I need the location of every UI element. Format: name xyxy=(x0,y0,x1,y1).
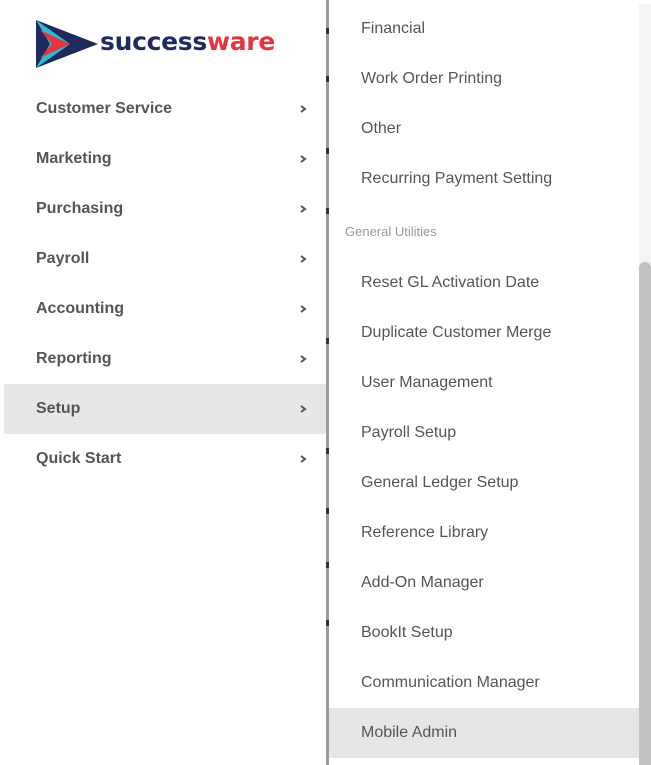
submenu-item-general-ledger-setup[interactable]: General Ledger Setup xyxy=(329,458,639,508)
sidebar-item-setup[interactable]: Setup xyxy=(4,384,326,434)
sidebar-item-label: Quick Start xyxy=(36,450,122,467)
logo-wordmark: successware xyxy=(100,26,275,58)
chevron-right-icon xyxy=(300,455,307,463)
submenu-item-user-management[interactable]: User Management xyxy=(329,358,639,408)
submenu-item-reference-library[interactable]: Reference Library xyxy=(329,508,639,558)
page: successware Customer Service Marketing P… xyxy=(0,0,651,765)
chevron-right-icon xyxy=(300,305,307,313)
main-sidebar: successware Customer Service Marketing P… xyxy=(4,0,326,765)
sidebar-item-label: Payroll xyxy=(36,250,90,267)
sidebar-nav: Customer Service Marketing Purchasing Pa… xyxy=(4,84,326,484)
submenu-item-reset-gl-activation-date[interactable]: Reset GL Activation Date xyxy=(329,258,639,308)
submenu-item-payroll-setup[interactable]: Payroll Setup xyxy=(329,408,639,458)
sidebar-item-label: Purchasing xyxy=(36,200,124,217)
successware-logo[interactable]: successware xyxy=(36,20,296,68)
submenu-scrollbar-thumb[interactable] xyxy=(639,262,651,765)
sidebar-item-label: Accounting xyxy=(36,300,124,317)
sidebar-item-quick-start[interactable]: Quick Start xyxy=(4,434,326,484)
chevron-right-icon xyxy=(300,205,307,213)
sidebar-item-label: Customer Service xyxy=(36,100,173,117)
sidebar-item-marketing[interactable]: Marketing xyxy=(4,134,326,184)
chevron-right-icon xyxy=(300,105,307,113)
sidebar-item-label: Reporting xyxy=(36,350,112,367)
submenu-item-recurring-payment-setting[interactable]: Recurring Payment Setting xyxy=(329,154,639,204)
submenu-item-other[interactable]: Other xyxy=(329,104,639,154)
submenu-item-mobile-admin[interactable]: Mobile Admin xyxy=(329,708,639,758)
submenu-item-bookit-setup[interactable]: BookIt Setup xyxy=(329,608,639,658)
submenu-item-communication-manager[interactable]: Communication Manager xyxy=(329,658,639,708)
chevron-right-icon xyxy=(300,155,307,163)
sidebar-item-label: Marketing xyxy=(36,150,112,167)
chevron-right-icon xyxy=(300,405,307,413)
sidebar-item-label: Setup xyxy=(36,400,81,417)
logo-wordmark-part1: success xyxy=(100,27,207,56)
sidebar-item-reporting[interactable]: Reporting xyxy=(4,334,326,384)
submenu-item-add-on-manager[interactable]: Add-On Manager xyxy=(329,558,639,608)
setup-submenu: Financial Work Order Printing Other Recu… xyxy=(329,4,639,765)
submenu-item-work-order-printing[interactable]: Work Order Printing xyxy=(329,54,639,104)
submenu-section-header: General Utilities xyxy=(345,223,437,239)
sidebar-item-purchasing[interactable]: Purchasing xyxy=(4,184,326,234)
chevron-right-icon xyxy=(300,255,307,263)
sidebar-item-customer-service[interactable]: Customer Service xyxy=(4,84,326,134)
sidebar-item-accounting[interactable]: Accounting xyxy=(4,284,326,334)
logo-arrow-icon xyxy=(36,20,98,68)
chevron-right-icon xyxy=(300,355,307,363)
logo-wordmark-part2: ware xyxy=(206,27,275,56)
submenu-item-financial[interactable]: Financial xyxy=(329,4,639,54)
submenu-item-duplicate-customer-merge[interactable]: Duplicate Customer Merge xyxy=(329,308,639,358)
sidebar-item-payroll[interactable]: Payroll xyxy=(4,234,326,284)
